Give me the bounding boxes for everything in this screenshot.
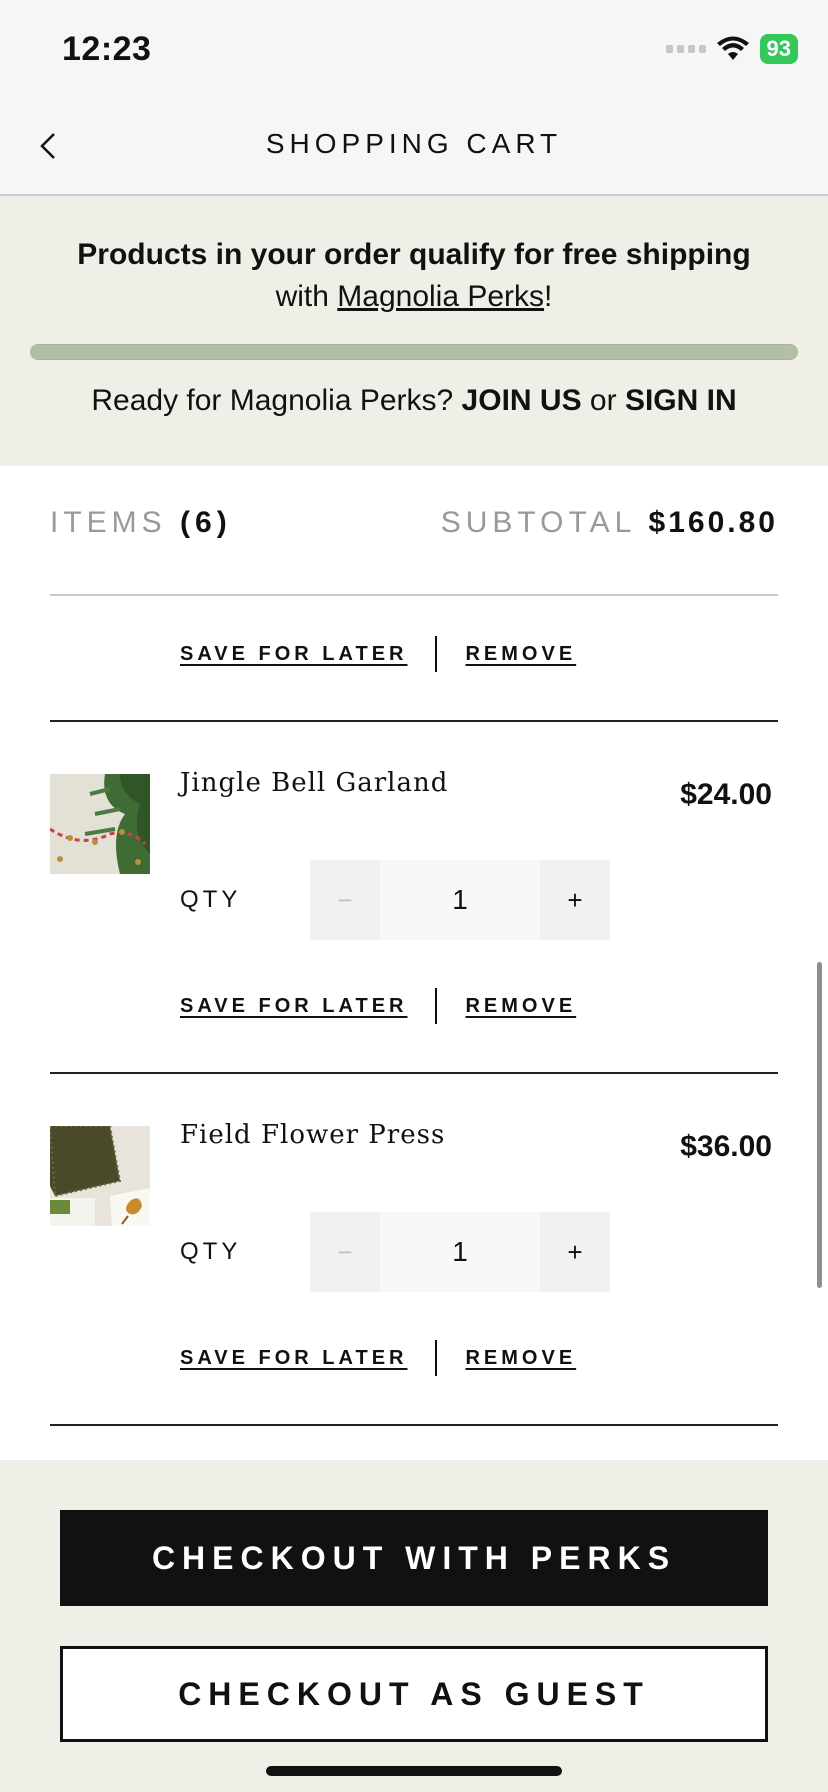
home-indicator[interactable] [266,1766,562,1776]
nav-bar: SHOPPING CART [0,100,828,196]
checkout-as-guest-button[interactable]: CHECKOUT AS GUEST [60,1646,768,1742]
action-separator [435,988,438,1024]
shipping-progress-bar [30,344,798,360]
subtotal-label: SUBTOTAL [440,506,636,539]
divider [50,720,778,722]
item-actions: SAVE FOR LATER REMOVE [180,636,576,672]
save-for-later-button[interactable]: SAVE FOR LATER [180,995,407,1018]
quantity-value[interactable]: 1 [380,1212,540,1292]
divider [50,1424,778,1426]
perks-message: with Magnolia Perks! [0,280,828,314]
status-bar: 12:23 93 [0,0,828,100]
item-name[interactable]: Field Flower Press [180,1120,445,1150]
quantity-stepper: − 1 + [310,1212,610,1292]
subtotal-value: $160.80 [648,506,778,539]
perks-prefix: with [275,280,338,313]
cart-summary: ITEMS (6) SUBTOTAL $160.80 [50,506,778,546]
action-separator [435,1340,438,1376]
battery-level: 93 [766,36,791,61]
remove-button[interactable]: REMOVE [465,1347,576,1370]
cellular-signal-icon [665,45,706,53]
quantity-stepper: − 1 + [310,860,610,940]
item-name[interactable]: Jingle Bell Garland [180,768,448,798]
save-for-later-button[interactable]: SAVE FOR LATER [180,643,407,666]
increase-quantity-button[interactable]: + [540,860,610,940]
free-shipping-message: Products in your order qualify for free … [77,238,751,271]
save-for-later-button[interactable]: SAVE FOR LATER [180,1347,407,1370]
subtotal: SUBTOTAL $160.80 [441,506,778,540]
qty-label: QTY [180,1238,242,1265]
or-text: or [581,384,625,417]
items-count-label: ITEMS (6) [50,506,232,540]
wifi-icon [716,36,749,60]
action-separator [435,636,438,672]
qty-label: QTY [180,886,242,913]
magnolia-perks-link[interactable]: Magnolia Perks [337,280,544,313]
scrollbar[interactable] [817,962,822,1288]
sign-in-link[interactable]: SIGN IN [625,384,737,417]
divider [50,594,778,596]
item-image-field-flower-press[interactable] [50,1126,150,1226]
items-count: (6) [180,506,232,539]
checkout-footer: CHECKOUT WITH PERKS CHECKOUT AS GUEST [0,1460,828,1792]
shipping-progress-fill [31,345,797,359]
divider [50,1072,778,1074]
decrease-quantity-button[interactable]: − [310,1212,380,1292]
quantity-value[interactable]: 1 [380,860,540,940]
status-icons: 93 [665,34,798,64]
increase-quantity-button[interactable]: + [540,1212,610,1292]
checkout-with-perks-button[interactable]: CHECKOUT WITH PERKS [60,1510,768,1606]
item-actions: SAVE FOR LATER REMOVE [180,1340,576,1376]
battery-icon: 93 [759,34,798,64]
remove-button[interactable]: REMOVE [465,995,576,1018]
free-shipping-banner: Products in your order qualify for free … [0,196,828,466]
perks-question: Ready for Magnolia Perks? [91,384,462,417]
decrease-quantity-button[interactable]: − [310,860,380,940]
remove-button[interactable]: REMOVE [465,643,576,666]
item-actions: SAVE FOR LATER REMOVE [180,988,576,1024]
item-price: $36.00 [680,1130,772,1163]
item-image-jingle-bell-garland[interactable] [50,774,150,874]
item-price: $24.00 [680,778,772,811]
join-us-link[interactable]: JOIN US [462,384,582,417]
perks-cta: Ready for Magnolia Perks? JOIN US or SIG… [0,384,828,418]
status-time: 12:23 [62,30,152,68]
perks-suffix: ! [544,280,553,313]
page-title: SHOPPING CART [265,128,563,159]
items-label: ITEMS [50,506,167,539]
